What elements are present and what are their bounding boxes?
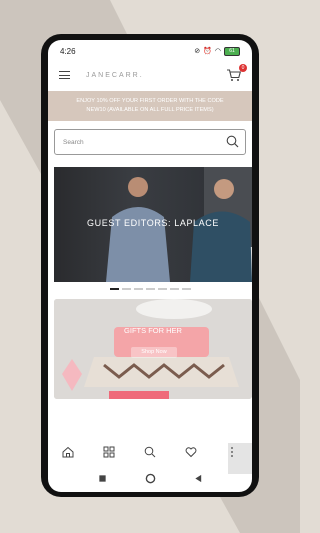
gifts-banner[interactable]: GIFTS FOR HER Shop Now	[54, 299, 252, 399]
alarm-icon: ⏰	[203, 48, 212, 55]
carousel-dots[interactable]	[48, 288, 252, 290]
carousel-dot[interactable]	[145, 288, 155, 290]
app-screen: 4:26 ⊘ ⏰ ◠ 61 JANECARR. 0 ENJOY 10% OFF …	[48, 40, 252, 492]
shop-now-button[interactable]: Shop Now	[131, 347, 177, 358]
categories-icon[interactable]	[103, 446, 115, 458]
wishlist-heart-icon[interactable]	[185, 446, 197, 458]
bottom-nav	[48, 440, 252, 464]
promo-line-1: ENJOY 10% OFF YOUR FIRST ORDER WITH THE …	[76, 98, 224, 104]
carousel-dot[interactable]	[109, 288, 119, 290]
home-circle-icon[interactable]	[145, 473, 156, 484]
battery-icon: 61	[224, 46, 240, 56]
search-nav-icon[interactable]	[144, 446, 156, 458]
cart-button[interactable]: 0	[226, 64, 247, 83]
back-icon[interactable]	[194, 474, 203, 483]
carousel-dot[interactable]	[133, 288, 143, 290]
status-bar: 4:26 ⊘ ⏰ ◠ 61	[48, 40, 252, 62]
carousel-dot[interactable]	[169, 288, 179, 290]
dnd-icon: ⊘	[194, 48, 201, 55]
cart-count-badge: 0	[239, 64, 247, 72]
hero-carousel-slide[interactable]: GUEST EDITORS: LAPLACE	[54, 167, 252, 282]
system-nav-bar	[48, 468, 252, 488]
promo-line-2: NEW10 (AVAILABLE ON ALL FULL PRICE ITEMS…	[86, 107, 214, 113]
hamburger-menu-icon[interactable]	[59, 71, 70, 79]
wifi-icon: ◠	[214, 48, 221, 55]
gifts-title: GIFTS FOR HER	[124, 326, 182, 335]
home-icon[interactable]	[62, 446, 74, 458]
search-field[interactable]: Search	[54, 129, 246, 155]
more-vertical-icon[interactable]	[226, 446, 238, 458]
app-header: JANECARR. 0	[48, 62, 252, 88]
promo-banner[interactable]: ENJOY 10% OFF YOUR FIRST ORDER WITH THE …	[48, 91, 252, 121]
search-input[interactable]: Search	[63, 139, 84, 146]
carousel-dot[interactable]	[121, 288, 131, 290]
carousel-dot[interactable]	[181, 288, 191, 290]
status-icons: ⊘ ⏰ ◠ 61	[194, 46, 240, 56]
brand-logo[interactable]: JANECARR.	[86, 72, 144, 79]
recents-icon[interactable]	[98, 474, 107, 483]
hero-title: GUEST EDITORS: LAPLACE	[87, 218, 219, 228]
carousel-dot[interactable]	[157, 288, 167, 290]
status-time: 4:26	[60, 46, 76, 56]
search-icon[interactable]	[226, 135, 239, 148]
